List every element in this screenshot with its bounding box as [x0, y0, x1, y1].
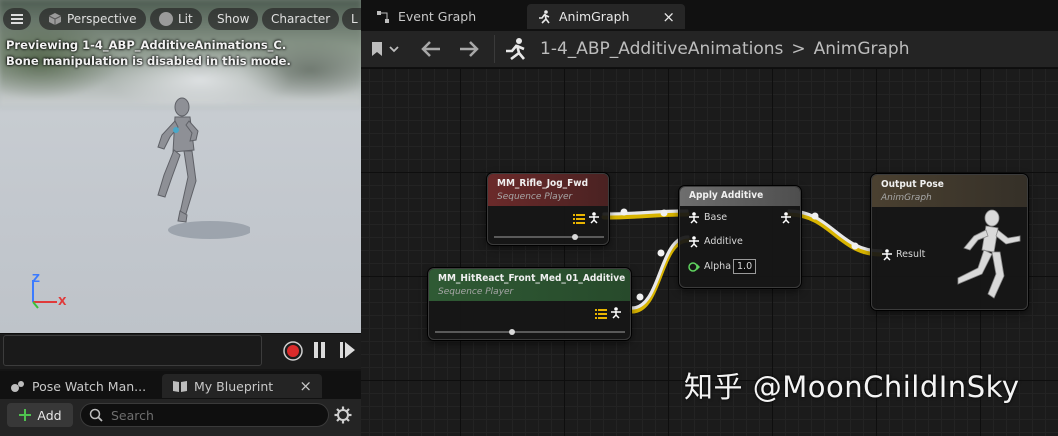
- node-header: MM_HitReact_Front_Med_01_Additive Sequen…: [429, 269, 630, 301]
- wire-knot: [811, 212, 819, 220]
- pose-input-pin-icon[interactable]: [688, 212, 700, 224]
- base-pin-label: Base: [704, 212, 728, 223]
- node-header: Output Pose AnimGraph: [872, 175, 1027, 207]
- node-subtitle: Sequence Player: [438, 287, 514, 297]
- preview-character: [157, 97, 250, 239]
- axis-x-label: X: [58, 295, 67, 308]
- close-icon[interactable]: ×: [662, 8, 675, 26]
- anim-graph-label: AnimGraph: [559, 9, 630, 24]
- graph-icon: [377, 10, 389, 23]
- hamburger-icon: [11, 14, 23, 24]
- playback-timeline-field[interactable]: [3, 335, 262, 366]
- my-blueprint-label: My Blueprint: [194, 378, 274, 394]
- event-graph-label: Event Graph: [398, 9, 477, 24]
- alpha-pin-label: Alpha: [704, 261, 732, 272]
- character-shadow: [168, 221, 250, 239]
- close-icon[interactable]: ×: [299, 377, 312, 395]
- pose-output-pin-icon[interactable]: [588, 212, 600, 224]
- alpha-value-field[interactable]: 1.0: [733, 259, 757, 274]
- lit-button[interactable]: Lit: [150, 8, 202, 30]
- tab-my-blueprint[interactable]: My Blueprint ×: [162, 374, 322, 398]
- forward-arrow-icon[interactable]: [458, 40, 480, 58]
- character-button[interactable]: Character: [262, 8, 340, 30]
- animation-viewport[interactable]: Perspective Lit Show Character L Preview…: [0, 0, 361, 333]
- list-icon: [573, 214, 585, 224]
- play-rate-slider[interactable]: [494, 236, 604, 238]
- pause-icon[interactable]: [313, 341, 327, 359]
- lit-label: Lit: [178, 12, 193, 26]
- overflow-label: L: [351, 12, 358, 26]
- result-pin-label: Result: [896, 249, 926, 260]
- alpha-pin-icon[interactable]: [688, 261, 700, 273]
- preview-message: Previewing 1-4_ABP_AdditiveAnimations_C.: [6, 38, 287, 52]
- node-apply-additive[interactable]: Apply Additive Base Additive Alpha 1.0: [679, 186, 801, 288]
- character-label: Character: [271, 12, 331, 26]
- breadcrumb: 1-4_ABP_AdditiveAnimations > AnimGraph: [540, 37, 909, 61]
- perspective-label: Perspective: [67, 12, 137, 26]
- blueprint-search[interactable]: [80, 403, 329, 427]
- gear-icon[interactable]: [334, 406, 352, 424]
- bone-manipulation-message: Bone manipulation is disabled in this mo…: [6, 54, 291, 68]
- node-title: MM_Rifle_Jog_Fwd: [497, 178, 589, 189]
- record-icon[interactable]: [282, 340, 304, 362]
- pose-watch-label: Pose Watch Man...: [32, 378, 147, 394]
- node-title: MM_HitReact_Front_Med_01_Additive: [438, 273, 626, 284]
- show-label: Show: [217, 12, 250, 26]
- wire-knot: [660, 209, 668, 217]
- add-label: Add: [37, 407, 62, 423]
- plus-icon: [19, 409, 32, 421]
- node-rifle-jog-fwd[interactable]: MM_Rifle_Jog_Fwd Sequence Player: [487, 173, 609, 245]
- perspective-button[interactable]: Perspective: [39, 8, 146, 30]
- additive-pin-label: Additive: [704, 236, 743, 247]
- search-icon: [89, 408, 103, 422]
- pose-watch-icon: [11, 381, 24, 392]
- pose-output-pin-icon[interactable]: [780, 212, 792, 224]
- breadcrumb-graph[interactable]: AnimGraph: [814, 39, 910, 59]
- show-button[interactable]: Show: [208, 8, 259, 30]
- anim-graph-icon: [506, 38, 525, 61]
- wire-knot: [851, 242, 859, 250]
- node-output-pose[interactable]: Output Pose AnimGraph Result: [871, 174, 1028, 310]
- back-arrow-icon[interactable]: [420, 40, 442, 58]
- node-subtitle: Sequence Player: [497, 192, 573, 202]
- watermark: 知乎 @MoonChildInSky: [684, 370, 1020, 404]
- node-header: MM_Rifle_Jog_Fwd Sequence Player: [488, 174, 608, 206]
- lit-sphere-icon: [159, 12, 173, 26]
- overflow-button[interactable]: L: [342, 8, 361, 30]
- pose-output-pin-icon[interactable]: [610, 307, 622, 319]
- wire-knot: [620, 208, 628, 216]
- breadcrumb-blueprint[interactable]: 1-4_ABP_AdditiveAnimations: [540, 39, 783, 59]
- pose-input-pin-icon[interactable]: [881, 249, 893, 261]
- axis-z-label: Z: [32, 272, 40, 285]
- search-input[interactable]: [111, 407, 311, 423]
- node-hitreact-front-med-additive[interactable]: MM_HitReact_Front_Med_01_Additive Sequen…: [428, 268, 631, 340]
- viewport-menu-button[interactable]: [3, 8, 31, 30]
- tab-pose-watch-manager[interactable]: Pose Watch Man...: [0, 374, 156, 398]
- tab-event-graph[interactable]: Event Graph: [366, 4, 486, 29]
- tab-anim-graph[interactable]: AnimGraph ×: [527, 4, 685, 29]
- node-header: Apply Additive: [680, 187, 800, 206]
- slider-knob[interactable]: [572, 234, 578, 240]
- book-icon: [173, 381, 187, 392]
- running-pose-icon: [957, 209, 1021, 299]
- pose-input-pin-icon[interactable]: [688, 236, 700, 248]
- node-title: Apply Additive: [689, 190, 764, 201]
- play-step-icon[interactable]: [339, 341, 357, 359]
- running-man-icon: [539, 9, 550, 24]
- cube-icon: [48, 13, 62, 25]
- nav-divider: [494, 35, 495, 63]
- wire-knot: [657, 249, 665, 257]
- wire-knot: [636, 293, 644, 301]
- slider-knob[interactable]: [509, 329, 515, 335]
- breadcrumb-separator: >: [791, 39, 806, 59]
- list-icon: [595, 309, 607, 319]
- play-rate-slider[interactable]: [435, 331, 625, 333]
- node-subtitle: AnimGraph: [881, 193, 932, 203]
- bookmark-dropdown-icon[interactable]: [370, 40, 404, 58]
- node-title: Output Pose: [881, 179, 944, 190]
- add-button[interactable]: Add: [7, 403, 73, 427]
